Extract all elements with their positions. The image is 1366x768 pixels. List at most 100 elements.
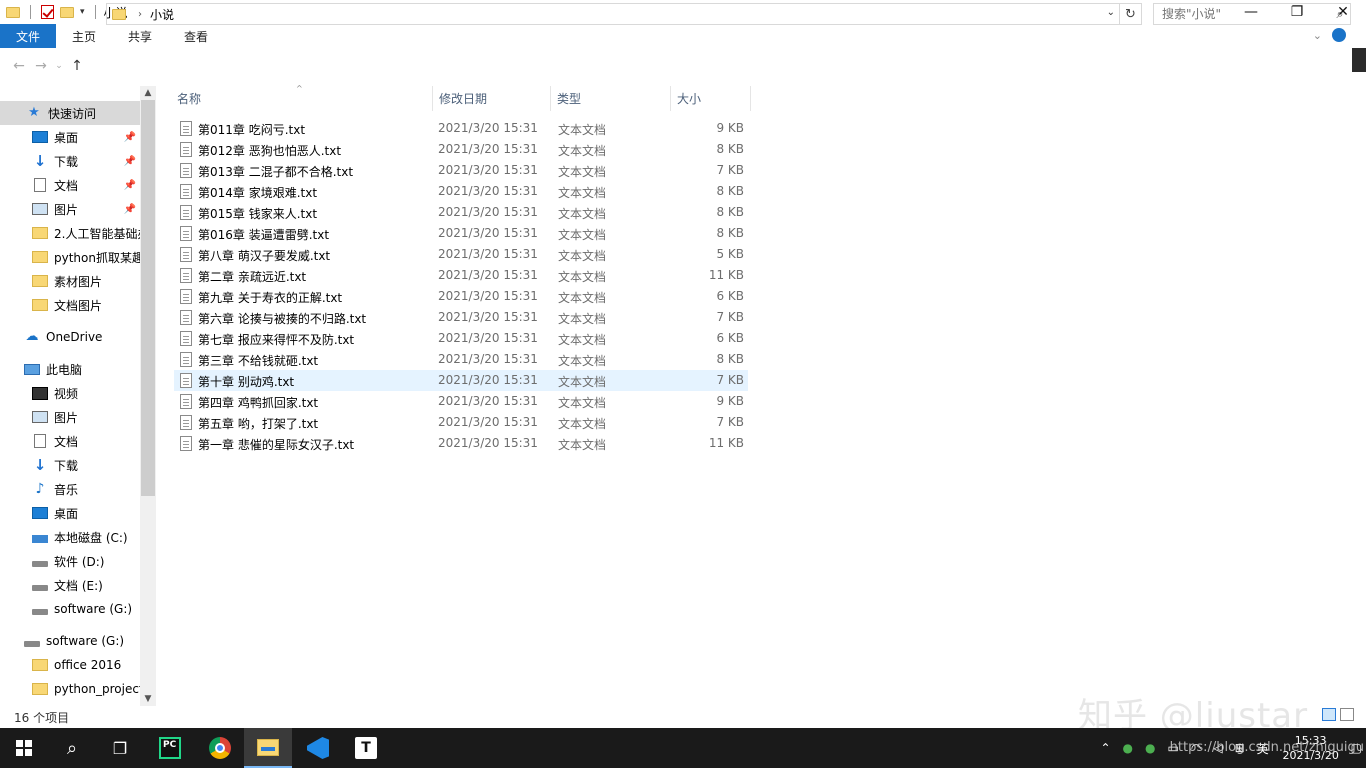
taskbar-search-button[interactable]: ⌕ xyxy=(48,728,96,768)
file-name[interactable]: 第五章 哟，打架了.txt xyxy=(198,415,318,432)
customize-quick-access-chevron-icon[interactable]: ▾ xyxy=(80,7,85,17)
properties-icon[interactable] xyxy=(41,5,54,19)
navigation-scrollbar[interactable]: ▲ ▼ xyxy=(140,86,156,706)
file-name[interactable]: 第014章 家境艰难.txt xyxy=(198,184,317,201)
scroll-down-icon[interactable]: ▼ xyxy=(140,692,156,706)
file-name[interactable]: 第三章 不给钱就砸.txt xyxy=(198,352,318,369)
column-header-size[interactable]: 大小 xyxy=(670,86,750,111)
nav-item-python-project[interactable]: python_project xyxy=(0,677,140,701)
file-name[interactable]: 第九章 关于寿衣的正解.txt xyxy=(198,289,342,306)
column-header-type[interactable]: 类型 xyxy=(550,86,670,111)
table-row[interactable]: 第011章 吃闷亏.txt 2021/3/20 15:31 文本文档 9 KB xyxy=(174,118,748,139)
file-name[interactable]: 第七章 报应来得怦不及防.txt xyxy=(198,331,354,348)
nav-item-downloads[interactable]: ↓ 下载 📌 xyxy=(0,149,140,173)
table-row[interactable]: 第七章 报应来得怦不及防.txt 2021/3/20 15:31 文本文档 6 KB xyxy=(174,328,748,349)
nav-item-drive-c[interactable]: 本地磁盘 (C:) xyxy=(0,525,140,549)
table-row[interactable]: 第八章 萌汉子要发威.txt 2021/3/20 15:31 文本文档 5 KB xyxy=(174,244,748,265)
taskbar-chrome[interactable] xyxy=(196,728,244,768)
up-button[interactable]: ↑ xyxy=(66,55,88,77)
tab-share[interactable]: 共享 xyxy=(112,24,168,48)
nav-item-pc-desktop[interactable]: 桌面 xyxy=(0,501,140,525)
table-row[interactable]: 第二章 亲疏远近.txt 2021/3/20 15:31 文本文档 11 KB xyxy=(174,265,748,286)
nav-quick-access[interactable]: ★ 快速访问 xyxy=(0,101,140,125)
pin-icon: 📌 xyxy=(123,155,136,167)
table-row[interactable]: 第五章 哟，打架了.txt 2021/3/20 15:31 文本文档 7 KB xyxy=(174,412,748,433)
back-button[interactable]: ← xyxy=(8,55,30,77)
recent-locations-button[interactable]: ⌄ xyxy=(52,55,66,77)
nav-item-videos[interactable]: 视频 xyxy=(0,381,140,405)
file-name[interactable]: 第011章 吃闷亏.txt xyxy=(198,121,305,138)
search-box[interactable]: ⌕ xyxy=(1153,3,1351,25)
tab-view[interactable]: 查看 xyxy=(168,24,224,48)
nav-this-pc[interactable]: 此电脑 xyxy=(0,357,140,381)
wechat-work-icon[interactable]: ● xyxy=(1145,741,1155,755)
forward-button[interactable]: → xyxy=(30,55,52,77)
large-icons-view-icon[interactable] xyxy=(1340,708,1354,721)
file-name[interactable]: 第一章 悲催的星际女汉子.txt xyxy=(198,436,354,453)
file-name[interactable]: 第四章 鸡鸭抓回家.txt xyxy=(198,394,318,411)
nav-item-drive-d[interactable]: 软件 (D:) xyxy=(0,549,140,573)
nav-item-pc-downloads[interactable]: ↓ 下载 xyxy=(0,453,140,477)
nav-drive-g-root[interactable]: software (G:) xyxy=(0,629,140,653)
nav-item-material-pictures[interactable]: 素材图片 xyxy=(0,269,140,293)
expand-ribbon-chevron-icon[interactable]: ⌄ xyxy=(1313,29,1322,42)
nav-item-pc-documents[interactable]: 文档 xyxy=(0,429,140,453)
table-row[interactable]: 第012章 恶狗也怕恶人.txt 2021/3/20 15:31 文本文档 8 KB xyxy=(174,139,748,160)
nav-item-ai-folder[interactable]: 2.人工智能基础办 xyxy=(0,221,140,245)
breadcrumb[interactable]: 小说 xyxy=(150,6,174,23)
file-name[interactable]: 第013章 二混子都不合格.txt xyxy=(198,163,353,180)
address-bar[interactable]: › 小说 ⌄ xyxy=(106,3,1120,25)
file-name[interactable]: 第二章 亲疏远近.txt xyxy=(198,268,306,285)
help-icon[interactable] xyxy=(1332,28,1346,42)
nav-item-drive-e[interactable]: 文档 (E:) xyxy=(0,573,140,597)
table-row[interactable]: 第六章 论揍与被揍的不归路.txt 2021/3/20 15:31 文本文档 7 KB xyxy=(174,307,748,328)
start-button[interactable] xyxy=(0,728,48,768)
nav-item-drive-g[interactable]: software (G:) xyxy=(0,597,140,621)
file-name[interactable]: 第015章 钱家来人.txt xyxy=(198,205,317,222)
nav-item-python-folder[interactable]: python抓取某趣 xyxy=(0,245,140,269)
nav-onedrive[interactable]: ☁ OneDrive xyxy=(0,325,140,349)
scrollbar-thumb[interactable] xyxy=(141,100,155,496)
tab-home[interactable]: 主页 xyxy=(56,24,112,48)
nav-item-desktop[interactable]: 桌面 📌 xyxy=(0,125,140,149)
table-row[interactable]: 第四章 鸡鸭抓回家.txt 2021/3/20 15:31 文本文档 9 KB xyxy=(174,391,748,412)
taskbar-pycharm[interactable]: PC xyxy=(146,728,194,768)
file-name[interactable]: 第012章 恶狗也怕恶人.txt xyxy=(198,142,341,159)
column-divider[interactable] xyxy=(750,86,751,111)
details-view-icon[interactable] xyxy=(1322,708,1336,721)
taskbar-typora[interactable]: T xyxy=(342,728,390,768)
nav-item-pc-pictures[interactable]: 图片 xyxy=(0,405,140,429)
address-dropdown-icon[interactable]: ⌄ xyxy=(1107,7,1115,18)
table-row[interactable]: 第一章 悲催的星际女汉子.txt 2021/3/20 15:31 文本文档 11 KB xyxy=(174,433,748,454)
task-view-button[interactable]: ❐ xyxy=(96,728,144,768)
table-row[interactable]: 第015章 钱家来人.txt 2021/3/20 15:31 文本文档 8 KB xyxy=(174,202,748,223)
chevron-right-icon[interactable]: › xyxy=(138,9,142,20)
file-name[interactable]: 第八章 萌汉子要发威.txt xyxy=(198,247,330,264)
search-icon[interactable]: ⌕ xyxy=(1330,7,1350,22)
text-file-icon xyxy=(180,373,192,388)
file-name[interactable]: 第六章 论揍与被揍的不归路.txt xyxy=(198,310,366,327)
taskbar-file-explorer[interactable] xyxy=(244,728,292,768)
taskbar-vscode[interactable] xyxy=(294,728,342,768)
file-name[interactable]: 第016章 装逼遭雷劈.txt xyxy=(198,226,329,243)
table-row[interactable]: 第016章 装逼遭雷劈.txt 2021/3/20 15:31 文本文档 8 KB xyxy=(174,223,748,244)
search-input[interactable] xyxy=(1154,7,1330,21)
refresh-button[interactable]: ↻ xyxy=(1120,3,1142,25)
column-header-date[interactable]: 修改日期 xyxy=(432,86,550,111)
table-row[interactable]: 第九章 关于寿衣的正解.txt 2021/3/20 15:31 文本文档 6 KB xyxy=(174,286,748,307)
wechat-icon[interactable]: ● xyxy=(1123,741,1133,755)
tab-file[interactable]: 文件 xyxy=(0,24,56,48)
table-row[interactable]: 第十章 别动鸡.txt 2021/3/20 15:31 文本文档 7 KB xyxy=(174,370,748,391)
nav-item-music[interactable]: ♪ 音乐 xyxy=(0,477,140,501)
nav-item-documents[interactable]: 文档 📌 xyxy=(0,173,140,197)
new-folder-icon[interactable] xyxy=(60,6,74,18)
table-row[interactable]: 第013章 二混子都不合格.txt 2021/3/20 15:31 文本文档 7 KB xyxy=(174,160,748,181)
show-hidden-icons-chevron-icon[interactable]: ⌃ xyxy=(1100,741,1110,755)
nav-item-pictures[interactable]: 图片 📌 xyxy=(0,197,140,221)
table-row[interactable]: 第014章 家境艰难.txt 2021/3/20 15:31 文本文档 8 KB xyxy=(174,181,748,202)
nav-item-office-2016[interactable]: office 2016 xyxy=(0,653,140,677)
file-name[interactable]: 第十章 别动鸡.txt xyxy=(198,373,294,390)
nav-item-document-pictures[interactable]: 文档图片 xyxy=(0,293,140,317)
scroll-up-icon[interactable]: ▲ xyxy=(140,86,156,100)
table-row[interactable]: 第三章 不给钱就砸.txt 2021/3/20 15:31 文本文档 8 KB xyxy=(174,349,748,370)
